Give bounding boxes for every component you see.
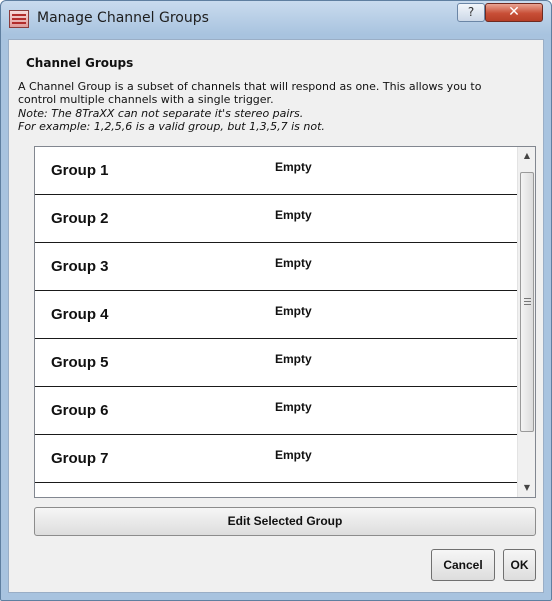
note-line-1: Note: The 8TraXX can not separate it's s… — [18, 107, 304, 120]
group-row-7[interactable]: Group 7 Empty — [35, 435, 517, 483]
ok-button[interactable]: OK — [503, 549, 536, 581]
grip-icon — [524, 298, 531, 306]
group-status: Empty — [275, 304, 312, 318]
note-line-2: For example: 1,2,5,6 is a valid group, b… — [18, 120, 325, 133]
group-status: Empty — [275, 448, 312, 462]
scroll-thumb[interactable] — [520, 172, 534, 432]
group-row-6[interactable]: Group 6 Empty — [35, 387, 517, 435]
group-name: Group 7 — [51, 450, 109, 467]
vertical-scrollbar[interactable]: ▲ ▼ — [517, 147, 535, 497]
close-button[interactable]: ✕ — [485, 3, 543, 22]
group-name: Group 1 — [51, 162, 109, 179]
dialog-window: Manage Channel Groups ? ✕ Channel Groups… — [0, 0, 552, 601]
group-name: Group 6 — [51, 402, 109, 419]
group-row-5[interactable]: Group 5 Empty — [35, 339, 517, 387]
section-title: Channel Groups — [26, 56, 134, 70]
group-status: Empty — [275, 160, 312, 174]
edit-selected-group-button[interactable]: Edit Selected Group — [34, 507, 536, 536]
help-button[interactable]: ? — [457, 3, 485, 22]
group-list[interactable]: Group 1 Empty Group 2 Empty Group 3 Empt… — [34, 146, 536, 498]
description-line-1: A Channel Group is a subset of channels … — [18, 80, 482, 93]
title-bar[interactable]: Manage Channel Groups ? ✕ — [1, 1, 551, 37]
group-row-1[interactable]: Group 1 Empty — [35, 147, 517, 195]
group-name: Group 5 — [51, 354, 109, 371]
group-row-3[interactable]: Group 3 Empty — [35, 243, 517, 291]
group-name: Group 4 — [51, 306, 109, 323]
arrow-down-icon[interactable]: ▼ — [518, 479, 535, 497]
group-name: Group 2 — [51, 210, 109, 227]
cancel-button[interactable]: Cancel — [431, 549, 495, 581]
group-status: Empty — [275, 256, 312, 270]
group-row-2[interactable]: Group 2 Empty — [35, 195, 517, 243]
close-icon: ✕ — [508, 4, 520, 20]
description-line-2: control multiple channels with a single … — [18, 93, 274, 106]
group-status: Empty — [275, 400, 312, 414]
arrow-up-icon[interactable]: ▲ — [518, 147, 535, 165]
group-row-4[interactable]: Group 4 Empty — [35, 291, 517, 339]
help-icon: ? — [467, 5, 475, 19]
app-icon — [9, 10, 29, 28]
group-name: Group 3 — [51, 258, 109, 275]
group-status: Empty — [275, 352, 312, 366]
group-status: Empty — [275, 208, 312, 222]
window-title: Manage Channel Groups — [37, 10, 209, 26]
